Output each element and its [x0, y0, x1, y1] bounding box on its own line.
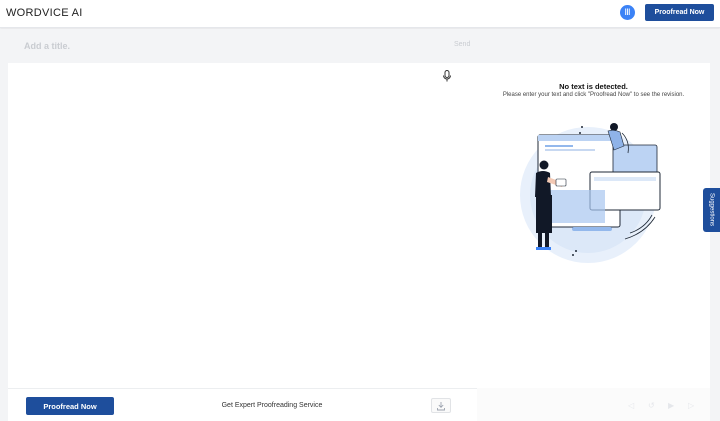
next-icon[interactable]: ▷: [688, 401, 696, 410]
previous-icon[interactable]: ◁: [628, 401, 636, 410]
download-icon: [437, 401, 445, 410]
download-button[interactable]: [431, 398, 451, 413]
top-navigation-bar: [0, 0, 720, 28]
expert-proofreading-link[interactable]: Get Expert Proofreading Service: [190, 402, 354, 409]
user-avatar[interactable]: Ⅲ: [620, 5, 635, 20]
title-input[interactable]: [24, 40, 424, 52]
play-icon[interactable]: ▶: [668, 401, 676, 410]
undo-icon[interactable]: ↺: [648, 401, 656, 410]
empty-state-title: No text is detected.: [559, 82, 628, 91]
text-editor-area[interactable]: [8, 63, 477, 388]
empty-state-illustration: [520, 123, 661, 263]
send-label[interactable]: Send: [454, 41, 470, 48]
footer-proofread-now-button[interactable]: Proofread Now: [26, 397, 114, 415]
empty-state-subtitle: Please enter your text and click "Proofr…: [502, 92, 685, 98]
header-proofread-now-button[interactable]: Proofread Now: [645, 4, 714, 21]
suggestions-tab[interactable]: Suggestions: [703, 188, 720, 232]
microphone-icon[interactable]: [442, 70, 452, 82]
wordvice-logo[interactable]: WORDVICE AI: [6, 7, 83, 19]
